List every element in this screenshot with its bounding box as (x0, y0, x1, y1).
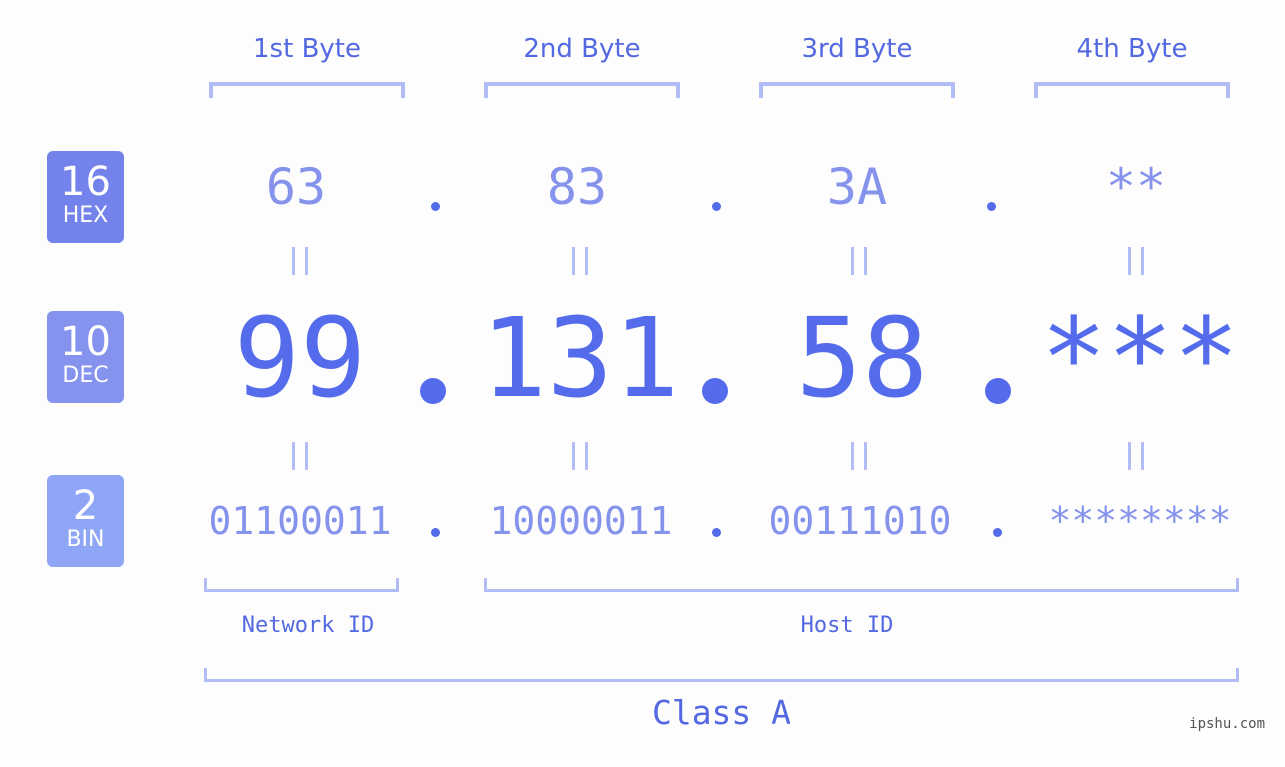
hex-label: HEX (62, 203, 109, 228)
dec-label: DEC (62, 363, 109, 388)
byte-header-4: 4th Byte (1076, 34, 1188, 64)
equals-icon (1128, 442, 1144, 470)
hex-base: 16 (60, 159, 111, 205)
dec-separator-3 (985, 378, 1011, 404)
bin-badge: 2 BIN (47, 475, 124, 567)
bin-separator-1 (431, 528, 440, 537)
hex-separator-1 (431, 202, 440, 211)
class-label: Class A (651, 693, 792, 732)
dec-byte-3: 58 (795, 294, 929, 422)
bin-label: BIN (66, 527, 105, 552)
byte-bracket-4 (1034, 82, 1230, 98)
byte-header-2: 2nd Byte (523, 34, 641, 64)
network-id-bracket (204, 578, 399, 592)
bin-byte-3: 00111010 (768, 499, 952, 543)
byte-bracket-2 (484, 82, 680, 98)
equals-icon (572, 247, 588, 275)
equals-icon (851, 442, 867, 470)
byte-header-3: 3rd Byte (801, 34, 913, 64)
dec-byte-1: 99 (233, 294, 367, 422)
hex-byte-3: 3A (826, 158, 888, 216)
watermark: ipshu.com (1189, 716, 1265, 732)
class-bracket (204, 668, 1239, 682)
dec-byte-4: *** (1040, 294, 1240, 422)
hex-byte-1: 63 (265, 158, 327, 216)
dec-badge: 10 DEC (47, 311, 124, 403)
hex-badge: 16 HEX (47, 151, 124, 243)
hex-separator-2 (712, 202, 721, 211)
hex-separator-3 (987, 202, 996, 211)
hex-byte-2: 83 (546, 158, 608, 216)
equals-icon (1128, 247, 1144, 275)
bin-byte-4: ******** (1048, 499, 1232, 543)
equals-icon (572, 442, 588, 470)
bin-separator-3 (993, 528, 1002, 537)
byte-bracket-1 (209, 82, 405, 98)
dec-separator-1 (420, 378, 446, 404)
byte-header-1: 1st Byte (253, 34, 361, 64)
network-id-label: Network ID (241, 613, 375, 638)
bin-byte-2: 10000011 (489, 499, 673, 543)
byte-bracket-3 (759, 82, 955, 98)
equals-icon (292, 247, 308, 275)
equals-icon (292, 442, 308, 470)
host-id-bracket (484, 578, 1239, 592)
dec-base: 10 (60, 319, 111, 365)
bin-separator-2 (712, 528, 721, 537)
bin-byte-1: 01100011 (208, 499, 392, 543)
dec-byte-2: 131 (480, 294, 680, 422)
equals-icon (851, 247, 867, 275)
dec-separator-2 (702, 378, 728, 404)
hex-byte-4: ** (1105, 158, 1167, 216)
host-id-label: Host ID (800, 613, 894, 638)
bin-base: 2 (72, 483, 99, 529)
